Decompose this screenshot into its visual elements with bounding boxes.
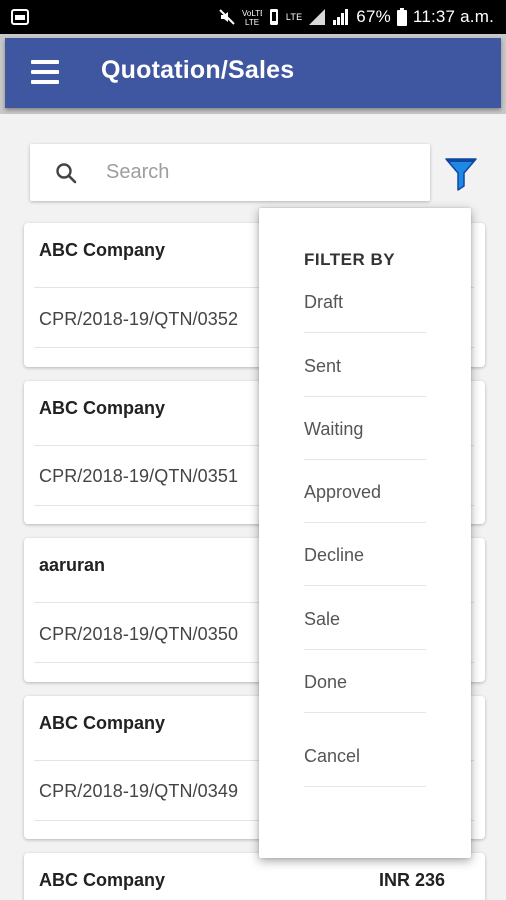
status-bar: VoLTE LTE LTE 67% 11:37 a.m. bbox=[0, 0, 506, 34]
screen: VoLTE LTE LTE 67% 11:37 a.m. bbox=[0, 0, 506, 900]
battery-percent: 67% bbox=[356, 7, 391, 26]
search-icon bbox=[56, 163, 77, 184]
filter-option-label: Waiting bbox=[304, 419, 364, 439]
svg-text:LTE: LTE bbox=[245, 18, 259, 26]
filter-funnel-icon[interactable] bbox=[444, 156, 478, 192]
filter-option-label: Approved bbox=[304, 482, 382, 502]
option-divider bbox=[304, 712, 426, 713]
filter-popup-title: FILTER BY bbox=[304, 250, 396, 269]
quotation-number: CPR/2018-19/QTN/0352 bbox=[39, 309, 239, 329]
quotation-card[interactable]: ABC Company INR 236 bbox=[24, 853, 485, 900]
signal-2-icon bbox=[333, 9, 349, 25]
option-divider bbox=[304, 396, 426, 397]
quotation-number: CPR/2018-19/QTN/0350 bbox=[39, 624, 239, 644]
app-bar: Quotation/Sales bbox=[5, 38, 501, 108]
mute-icon bbox=[219, 9, 235, 25]
cancel-label: Cancel bbox=[304, 746, 361, 766]
option-divider bbox=[304, 585, 426, 586]
signal-1-icon bbox=[309, 9, 326, 25]
gallery-notification-icon bbox=[11, 9, 29, 25]
battery-icon bbox=[396, 8, 407, 26]
option-divider bbox=[304, 649, 426, 650]
network-type-label: LTE bbox=[285, 12, 303, 22]
search-box bbox=[30, 144, 430, 201]
quotation-number: CPR/2018-19/QTN/0351 bbox=[39, 466, 239, 486]
option-divider bbox=[304, 786, 426, 787]
filter-option-label: Sent bbox=[304, 356, 342, 376]
customer-name: ABC Company bbox=[39, 870, 166, 890]
option-divider bbox=[304, 459, 426, 460]
option-divider bbox=[304, 332, 426, 333]
filter-option-sale[interactable]: Sale bbox=[304, 609, 426, 650]
filter-option-label: Sale bbox=[304, 609, 341, 629]
filter-popup: FILTER BY Draft Sent Waiting Approved De… bbox=[259, 208, 471, 858]
svg-text:VoLTE: VoLTE bbox=[242, 9, 262, 18]
filter-cancel-button[interactable]: Cancel bbox=[304, 746, 426, 787]
hamburger-menu-icon[interactable] bbox=[31, 60, 59, 84]
clock: 11:37 a.m. bbox=[412, 7, 494, 26]
filter-option-label: Draft bbox=[304, 292, 344, 312]
page-title: Quotation/Sales bbox=[101, 56, 295, 84]
filter-option-waiting[interactable]: Waiting bbox=[304, 419, 426, 460]
customer-name: ABC Company bbox=[39, 398, 166, 418]
status-icons: VoLTE LTE LTE 67% 11:37 a.m. bbox=[218, 0, 494, 34]
filter-option-draft[interactable]: Draft bbox=[304, 292, 426, 333]
search-input[interactable] bbox=[106, 154, 406, 190]
customer-name: aaruran bbox=[39, 555, 106, 575]
filter-option-label: Done bbox=[304, 672, 348, 692]
filter-option-decline[interactable]: Decline bbox=[304, 545, 426, 586]
filter-option-label: Decline bbox=[304, 545, 365, 565]
vibrate-icon bbox=[269, 9, 278, 25]
quotation-number: CPR/2018-19/QTN/0349 bbox=[39, 781, 239, 801]
quotation-amount: INR 236 bbox=[378, 870, 445, 890]
filter-option-sent[interactable]: Sent bbox=[304, 356, 426, 397]
volte-icon: VoLTE LTE bbox=[242, 9, 262, 26]
filter-option-done[interactable]: Done bbox=[304, 672, 426, 713]
option-divider bbox=[304, 522, 426, 523]
filter-option-approved[interactable]: Approved bbox=[304, 482, 426, 523]
customer-name: ABC Company bbox=[39, 240, 166, 260]
customer-name: ABC Company bbox=[39, 713, 166, 733]
